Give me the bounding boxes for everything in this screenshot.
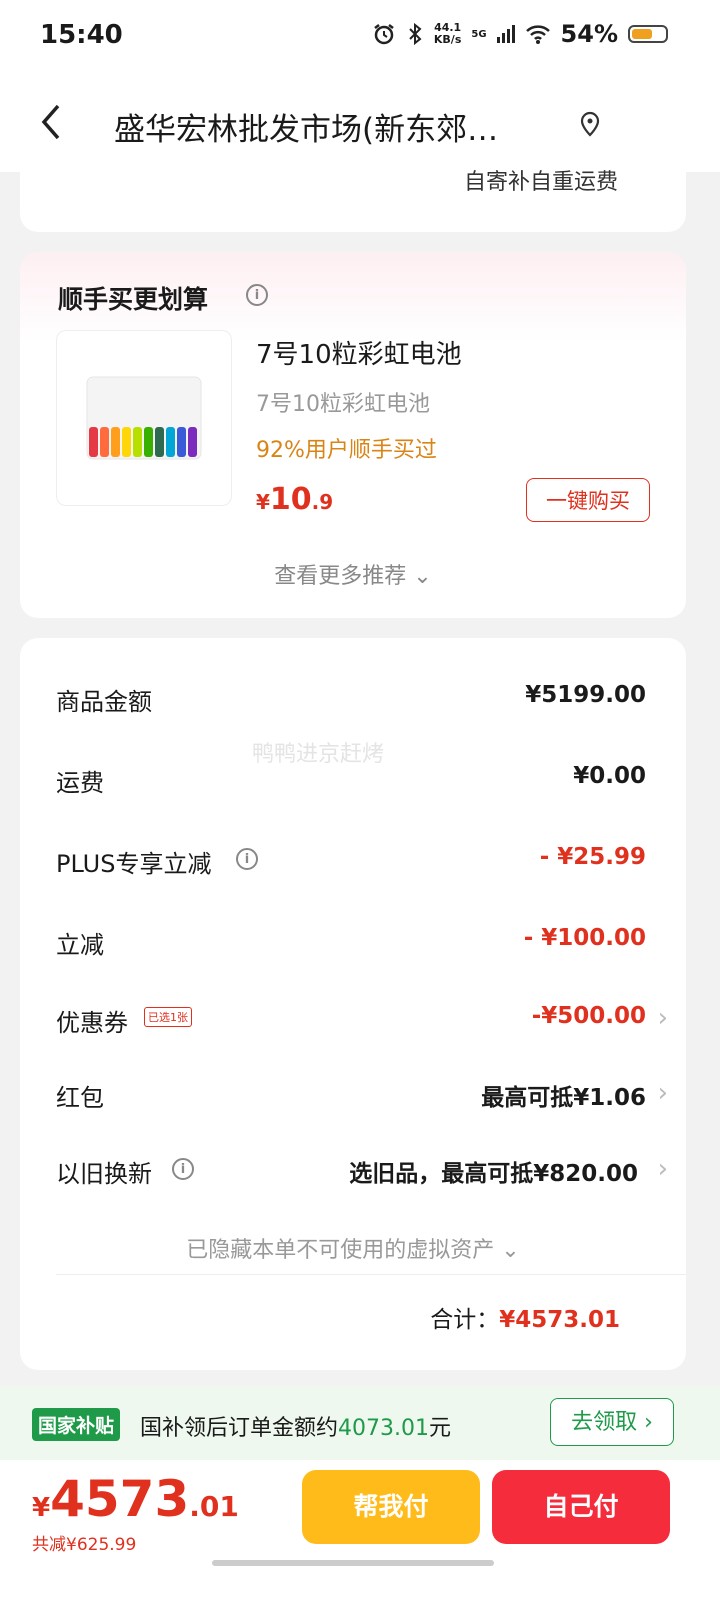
shipping-note: 自寄补自重运费 <box>463 170 618 195</box>
shipping-card: 自寄补自重运费 <box>20 150 686 232</box>
page-title: 盛华宏林批发市场(新东郊… <box>114 112 499 148</box>
row-trade-in[interactable]: 以旧换新 i 选旧品，最高可抵¥820.00 › <box>56 1148 668 1188</box>
hidden-assets-toggle[interactable]: 已隐藏本单不可使用的虚拟资产 ⌄ <box>20 1232 686 1264</box>
row-label: 商品金额 <box>56 688 152 716</box>
bottom-pay-bar: ¥4573.01 共减¥625.99 帮我付 自己付 <box>0 1460 720 1600</box>
row-value: 选旧品，最高可抵¥820.00 <box>349 1161 638 1187</box>
one-click-buy-button[interactable]: 一键购买 <box>526 478 650 522</box>
divider <box>56 1274 686 1275</box>
pay-total-price: ¥4573.01 <box>32 1470 239 1528</box>
product-price: ¥10.9 <box>256 482 333 517</box>
national-subsidy-bar: 国家补贴 国补领后订单金额约4073.01元 去领取 › <box>0 1386 720 1460</box>
coupon-selected-badge: 已选1张 <box>144 1007 192 1027</box>
subsidy-text: 国补领后订单金额约4073.01元 <box>140 1410 451 1442</box>
price-currency: ¥ <box>256 490 270 514</box>
row-value: ¥0.00 <box>573 763 646 789</box>
row-label: 优惠券 <box>56 1009 128 1037</box>
total-label: 合计： <box>430 1307 500 1333</box>
row-value: 最高可抵¥1.06 <box>481 1085 646 1111</box>
row-instant-discount: 立减 - ¥100.00 <box>56 919 646 959</box>
subsidy-tag: 国家补贴 <box>32 1408 121 1441</box>
order-total: 合计：¥4573.01 <box>430 1300 620 1334</box>
back-arrow-icon[interactable] <box>38 102 68 142</box>
status-icons: 44.1 KB/s 5G 54% <box>372 20 668 48</box>
more-recommend-link[interactable]: 查看更多推荐 ⌄ <box>20 558 686 590</box>
status-bar: 15:40 44.1 KB/s 5G 54% <box>0 0 720 76</box>
subsidy-prefix: 国补领后订单金额约 <box>140 1416 339 1441</box>
row-value: - ¥100.00 <box>523 925 646 951</box>
row-coupon[interactable]: 优惠券 已选1张 -¥500.00 › <box>56 997 668 1037</box>
net-speed: 44.1 KB/s <box>434 22 461 46</box>
row-label: PLUS专享立减 <box>56 850 212 878</box>
row-value: ¥5199.00 <box>525 682 646 708</box>
pay-myself-button[interactable]: 自己付 <box>492 1470 670 1544</box>
pay-price-decimal: .01 <box>189 1490 239 1523</box>
recommend-card: 顺手买更划算 i 7号10粒彩虹电池 7号10粒彩虹电池 92%用户顺手买过 ¥… <box>20 252 686 618</box>
row-label: 以旧换新 <box>56 1160 152 1188</box>
price-integer: 10 <box>269 482 312 517</box>
subsidy-amount: 4073.01 <box>338 1416 429 1441</box>
battery-pack-image <box>86 376 202 460</box>
row-label: 红包 <box>56 1084 104 1112</box>
chevron-right-icon: › <box>657 1078 668 1108</box>
row-value: - ¥25.99 <box>539 844 646 870</box>
claim-subsidy-button[interactable]: 去领取 › <box>550 1398 674 1446</box>
cell-signal-icon <box>496 25 515 43</box>
wifi-icon <box>525 25 550 44</box>
row-label: 立减 <box>56 931 104 959</box>
row-value: -¥500.00 <box>531 1003 646 1029</box>
help-me-pay-button[interactable]: 帮我付 <box>302 1470 480 1544</box>
row-red-packet[interactable]: 红包 最高可抵¥1.06 › <box>56 1072 668 1112</box>
price-decimal: .9 <box>311 490 334 514</box>
row-goods-amount: 商品金额 ¥5199.00 <box>56 676 646 716</box>
info-icon[interactable]: i <box>236 848 258 870</box>
order-summary-card: 鸭鸭进京赶烤 商品金额 ¥5199.00 运费 ¥0.00 PLUS专享立减 i… <box>20 638 686 1370</box>
home-indicator[interactable] <box>212 1560 494 1566</box>
location-pin-icon[interactable] <box>576 110 604 138</box>
row-shipping: 运费 ¥0.00 <box>56 757 646 797</box>
chevron-right-icon: › <box>657 1154 668 1184</box>
row-label: 运费 <box>56 769 104 797</box>
info-icon[interactable]: i <box>172 1158 194 1180</box>
pay-price-integer: 4573 <box>50 1470 190 1528</box>
bluetooth-icon <box>409 22 422 46</box>
total-saved: 共减¥625.99 <box>32 1535 137 1555</box>
battery-icon <box>628 25 668 43</box>
total-amount: ¥4573.01 <box>499 1307 620 1333</box>
battery-percent: 54% <box>560 20 618 48</box>
recommend-title: 顺手买更划算 <box>58 285 209 314</box>
signal-5g-label: 5G <box>471 28 487 40</box>
pay-currency: ¥ <box>32 1493 51 1523</box>
status-time: 15:40 <box>40 20 123 50</box>
alarm-icon <box>374 24 394 45</box>
net-speed-unit: KB/s <box>433 33 462 46</box>
product-tag: 92%用户顺手买过 <box>256 438 437 463</box>
chevron-right-icon: › <box>657 1003 668 1033</box>
info-icon[interactable]: i <box>246 284 268 306</box>
product-name[interactable]: 7号10粒彩虹电池 <box>256 334 462 371</box>
product-image[interactable] <box>56 330 232 506</box>
product-subtitle: 7号10粒彩虹电池 <box>256 392 430 417</box>
row-plus-discount: PLUS专享立减 i - ¥25.99 <box>56 838 646 878</box>
subsidy-suffix: 元 <box>429 1416 452 1441</box>
